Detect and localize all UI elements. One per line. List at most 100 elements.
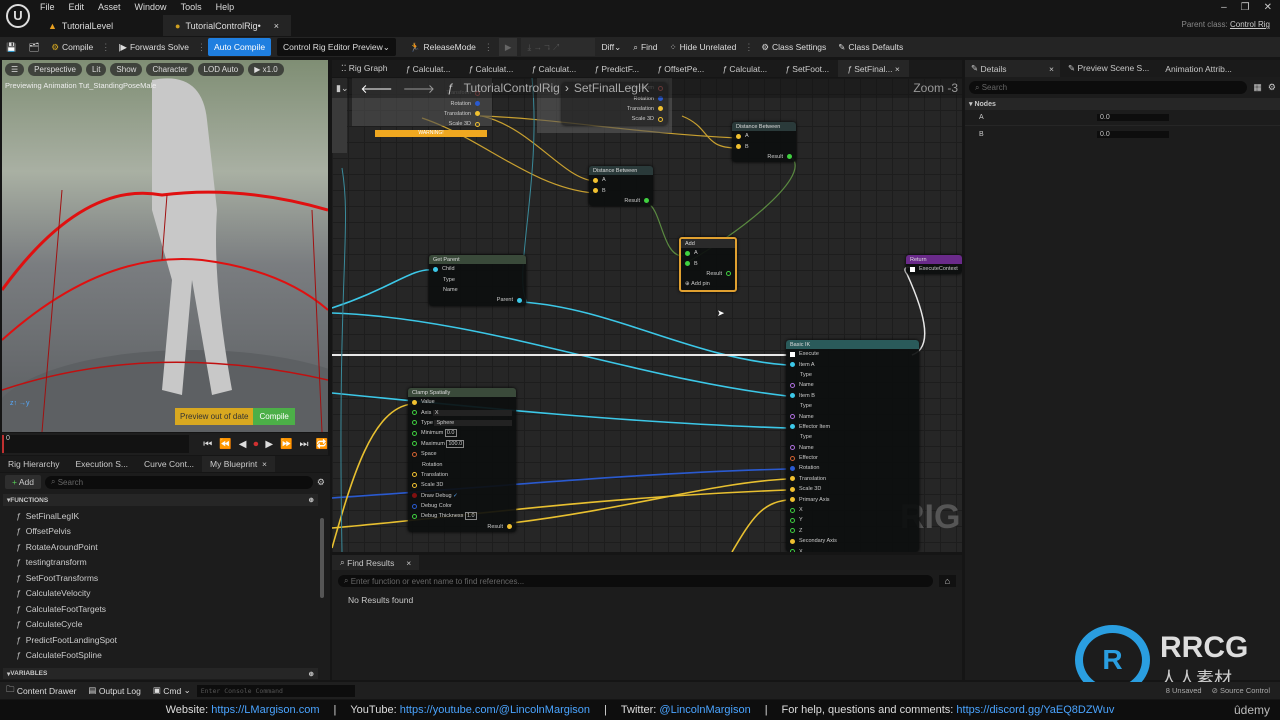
- type-dropdown[interactable]: Sphere: [434, 419, 512, 426]
- pin[interactable]: Debug Thickness 1.0: [408, 511, 516, 521]
- distance-between-node[interactable]: Distance Between A B Result: [589, 166, 653, 207]
- pin[interactable]: Primary Axis: [786, 494, 919, 504]
- pin[interactable]: Item A: [786, 359, 919, 369]
- tab-find-results[interactable]: ⌕ Find Results ×: [332, 555, 420, 570]
- tab-curve-container[interactable]: Curve Cont...: [136, 459, 202, 469]
- tab-function[interactable]: ƒ OffsetPe...: [648, 64, 713, 74]
- pin[interactable]: Scale 3D: [786, 484, 919, 494]
- timeline-scrubber[interactable]: 0: [2, 435, 190, 453]
- menu-asset[interactable]: Asset: [98, 2, 121, 12]
- pin[interactable]: Name: [786, 380, 919, 390]
- loop-icon[interactable]: 🔁: [316, 439, 328, 450]
- character-button[interactable]: Character: [146, 63, 194, 76]
- viewport-compile-button[interactable]: Compile: [253, 408, 295, 425]
- variables-header[interactable]: ▾ VARIABLES ⊕: [3, 668, 318, 679]
- release-mode-button[interactable]: 🏃 ReleaseMode: [404, 38, 482, 56]
- pin-result[interactable]: Result: [408, 522, 516, 532]
- pin[interactable]: Debug Color: [408, 501, 516, 511]
- twitter-link[interactable]: @LincolnMargison: [659, 704, 750, 716]
- pin[interactable]: Scale 3D: [408, 480, 516, 490]
- axis-dropdown[interactable]: X: [432, 409, 512, 416]
- pin[interactable]: Type Sphere: [408, 418, 516, 428]
- add-node[interactable]: Add A B Result ⊕ Add pin: [679, 237, 737, 292]
- functions-header[interactable]: ▾ FUNCTIONS ⊕: [3, 494, 318, 506]
- function-item[interactable]: ƒ CalculateFootTargets: [0, 601, 320, 617]
- pin-result[interactable]: Result: [732, 152, 796, 162]
- pin[interactable]: Scale 3D: [562, 114, 667, 124]
- unsaved-indicator[interactable]: 8 Unsaved: [1166, 686, 1202, 695]
- pin[interactable]: Scale 3D: [374, 119, 484, 129]
- breadcrumb-root[interactable]: TutorialControlRig: [464, 81, 560, 95]
- tab-rig-hierarchy[interactable]: Rig Hierarchy: [0, 459, 68, 469]
- pin-parent[interactable]: Parent: [429, 295, 526, 305]
- table-view-icon[interactable]: ▦: [1253, 82, 1262, 93]
- skip-start-icon[interactable]: ⏮: [203, 439, 212, 450]
- lod-button[interactable]: LOD Auto: [197, 63, 245, 76]
- pin[interactable]: Translation: [374, 109, 484, 119]
- compile-button[interactable]: ⚙ Compile: [45, 38, 99, 56]
- add-function-icon[interactable]: ⊕: [309, 496, 314, 504]
- output-log-button[interactable]: ▤ Output Log: [82, 682, 146, 700]
- function-item[interactable]: ƒ CalculateCycle: [0, 617, 320, 633]
- close-icon[interactable]: ×: [895, 64, 900, 74]
- show-button[interactable]: Show: [110, 63, 143, 76]
- tab-execution-stack[interactable]: Execution S...: [68, 459, 136, 469]
- pin[interactable]: Minimum 0.0: [408, 428, 516, 438]
- function-item[interactable]: ƒ CalculateVelocity: [0, 586, 320, 602]
- close-window-icon[interactable]: ✕: [1264, 2, 1272, 13]
- pin[interactable]: Type: [429, 274, 526, 284]
- pin[interactable]: Type: [786, 432, 919, 442]
- menu-window[interactable]: Window: [135, 2, 167, 12]
- details-search-input[interactable]: ⌕ Search: [969, 81, 1248, 94]
- record-icon[interactable]: ⏺: [253, 439, 258, 450]
- function-item[interactable]: ƒ RotateAroundPoint: [0, 539, 320, 555]
- function-item[interactable]: ƒ OffsetPelvis: [0, 524, 320, 540]
- add-pin-button[interactable]: ⊕ Add pin: [681, 279, 735, 289]
- close-icon[interactable]: ×: [1049, 64, 1054, 74]
- scrollbar[interactable]: [320, 518, 324, 598]
- field-b-input[interactable]: 0.0: [1097, 130, 1169, 138]
- pin[interactable]: Maximum 100.0: [408, 439, 516, 449]
- restore-icon[interactable]: ❐: [1241, 2, 1250, 13]
- pin[interactable]: Secondary Axis: [786, 536, 919, 546]
- function-item[interactable]: ƒ CalculateFootSpline: [0, 648, 320, 664]
- tab-function[interactable]: ƒ Calculat...: [522, 64, 585, 74]
- pin[interactable]: Name: [429, 285, 526, 295]
- minimize-icon[interactable]: –: [1221, 2, 1227, 13]
- basic-ik-node[interactable]: Basic IK Execute Item A Type Name Item B…: [786, 340, 919, 552]
- pin[interactable]: Execute: [786, 349, 919, 359]
- menu-tools[interactable]: Tools: [181, 2, 202, 12]
- skip-end-icon[interactable]: ⏭: [300, 439, 309, 450]
- class-settings-button[interactable]: ⚙ Class Settings: [755, 38, 832, 56]
- pin-b[interactable]: B: [681, 258, 735, 268]
- step-back-icon[interactable]: ⏪: [219, 439, 231, 450]
- content-drawer-button[interactable]: 🗀 Content Drawer: [0, 682, 82, 700]
- find-button[interactable]: ⌕ Find: [627, 38, 663, 56]
- nodes-section-header[interactable]: ▾ Nodes: [965, 98, 1280, 110]
- preview-mode-dropdown[interactable]: Control Rig Editor Preview ⌄: [277, 38, 396, 56]
- tab-animation-attributes[interactable]: Animation Attrib...: [1157, 64, 1240, 74]
- clamp-spatially-node[interactable]: Clamp Spatially Value Axis X Type Sphere…: [408, 388, 516, 533]
- tab-tutorial-level[interactable]: ▲ TutorialLevel: [36, 15, 125, 36]
- maximum-input[interactable]: 100.0: [446, 439, 465, 448]
- add-button[interactable]: + Add: [5, 475, 41, 489]
- node-graph[interactable]: Transform Rotation Translation Scale 3D …: [332, 78, 962, 552]
- pin[interactable]: Rotation: [786, 463, 919, 473]
- pin[interactable]: Type: [786, 370, 919, 380]
- pin[interactable]: Rotation: [408, 459, 516, 469]
- pin[interactable]: Effector Item: [786, 422, 919, 432]
- forward-arrow-icon[interactable]: 🡒: [403, 81, 435, 96]
- pin-execute-context[interactable]: ExecuteContext: [906, 264, 962, 274]
- pin[interactable]: Draw Debug ✓: [408, 491, 516, 501]
- settings-gear-icon[interactable]: ⚙: [1268, 82, 1276, 93]
- pin[interactable]: Translation: [562, 104, 667, 114]
- return-node[interactable]: Return ExecuteContext: [906, 255, 962, 275]
- pin[interactable]: X: [786, 546, 919, 552]
- pin[interactable]: Name: [786, 411, 919, 421]
- viewport-menu-icon[interactable]: ☰: [5, 63, 25, 76]
- pin-a[interactable]: A: [589, 175, 653, 185]
- class-defaults-button[interactable]: ✎ Class Defaults: [832, 38, 909, 56]
- function-item[interactable]: ƒ SetFootTransforms: [0, 570, 320, 586]
- pin-a[interactable]: A: [732, 131, 796, 141]
- forwards-solve-button[interactable]: |▶ Forwards Solve: [112, 38, 195, 56]
